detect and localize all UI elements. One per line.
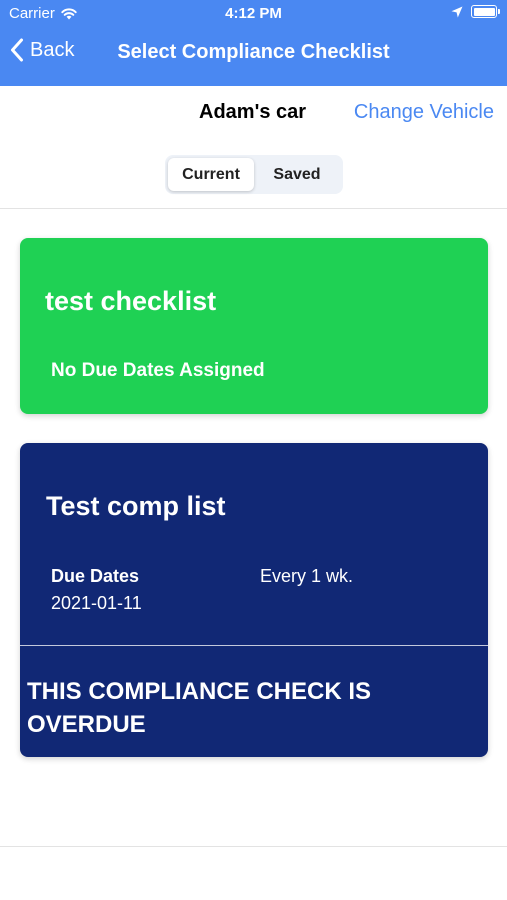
tab-saved[interactable]: Saved bbox=[254, 158, 340, 191]
status-time: 4:12 PM bbox=[225, 5, 282, 22]
card-divider bbox=[20, 645, 488, 646]
divider bbox=[0, 208, 507, 209]
change-vehicle-button[interactable]: Change Vehicle bbox=[354, 101, 494, 124]
page-title: Select Compliance Checklist bbox=[117, 41, 390, 63]
frequency-value: Every 1 wk. bbox=[260, 566, 354, 586]
status-indicators bbox=[451, 5, 500, 18]
vehicle-name: Adam's car bbox=[199, 101, 307, 123]
status-bar: Carrier 4:12 PM bbox=[0, 0, 507, 28]
checklist-title: test checklist bbox=[45, 286, 217, 316]
tab-current[interactable]: Current bbox=[168, 158, 254, 191]
checklist-tabs: Current Saved bbox=[165, 155, 343, 194]
checklist-card-test-comp-list[interactable]: Test comp list Due Dates 2021-01-11 Ever… bbox=[20, 443, 488, 757]
divider bbox=[0, 846, 507, 847]
checklist-title: Test comp list bbox=[46, 491, 226, 521]
location-arrow-icon bbox=[451, 6, 463, 17]
due-date-value: 2021-01-11 bbox=[51, 593, 142, 613]
vehicle-row: Adam's car Change Vehicle bbox=[0, 96, 507, 132]
overdue-warning: THIS COMPLIANCE CHECK IS OVERDUE bbox=[27, 678, 372, 738]
due-dates-label: Due Dates bbox=[51, 566, 140, 586]
checklist-card-test-checklist[interactable]: test checklist No Due Dates Assigned bbox=[20, 238, 488, 414]
app-header: Carrier 4:12 PM Back Select Compliance C… bbox=[0, 0, 507, 86]
due-dates-status: No Due Dates Assigned bbox=[51, 360, 265, 381]
battery-icon bbox=[471, 5, 500, 18]
navigation-bar: Back Select Compliance Checklist bbox=[0, 28, 507, 86]
